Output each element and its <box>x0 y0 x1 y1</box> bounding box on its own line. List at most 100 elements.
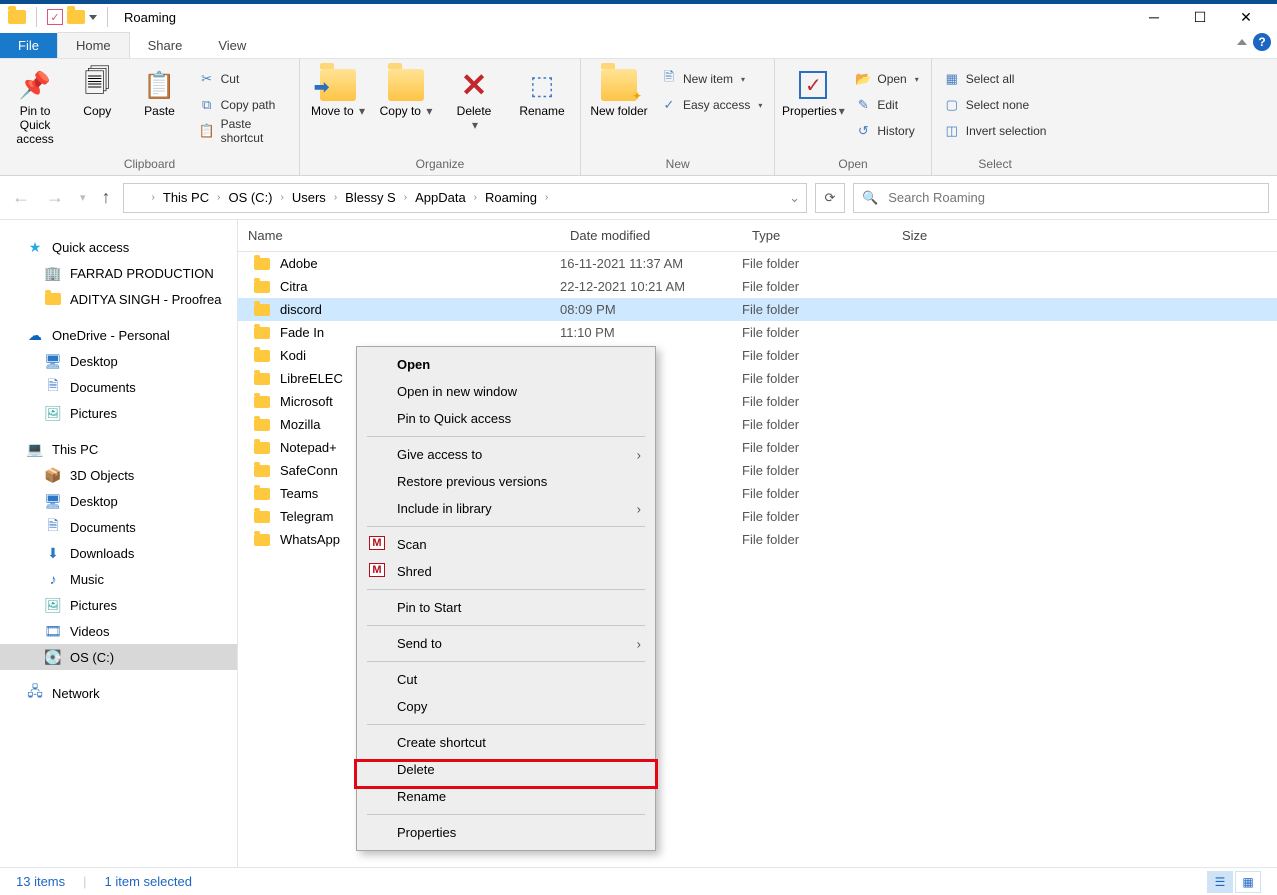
file-date: 08:09 PM <box>560 302 742 317</box>
thumbnails-view-button[interactable]: ▦ <box>1235 871 1261 893</box>
qa-folder-icon[interactable] <box>67 10 85 24</box>
qa-dropdown-icon[interactable] <box>89 15 97 20</box>
ctx-give-access[interactable]: Give access to› <box>359 441 653 468</box>
delete-icon: ✕ <box>456 67 492 103</box>
file-row[interactable]: Citra22-12-2021 10:21 AMFile folder <box>238 275 1277 298</box>
crumb-user[interactable]: Blessy S <box>341 190 400 205</box>
address-folder-icon <box>130 191 148 205</box>
col-size[interactable]: Size <box>892 220 1002 251</box>
col-name[interactable]: Name <box>238 220 560 251</box>
delete-button[interactable]: ✕ Delete▾ <box>444 63 504 133</box>
select-all-button[interactable]: ▦Select all <box>940 67 1051 91</box>
ctx-pin-quick-access[interactable]: Pin to Quick access <box>359 405 653 432</box>
back-button[interactable]: ← <box>8 183 34 212</box>
search-input[interactable] <box>886 189 1260 206</box>
sidebar-3d[interactable]: 📦3D Objects <box>0 462 237 488</box>
properties-button[interactable]: ✓ Properties▾ <box>783 63 843 119</box>
maximize-button[interactable]: ☐ <box>1177 2 1223 32</box>
search-icon: 🔍 <box>862 190 878 206</box>
sidebar-os-c[interactable]: 💽OS (C:) <box>0 644 237 670</box>
ctx-properties[interactable]: Properties <box>359 819 653 846</box>
sidebar-farrad[interactable]: 🏢FARRAD PRODUCTION <box>0 260 237 286</box>
ctx-include-library[interactable]: Include in library› <box>359 495 653 522</box>
sidebar-this-pc[interactable]: 💻This PC <box>0 436 237 462</box>
recent-locations-button[interactable]: ▾ <box>76 187 90 208</box>
easy-access-button[interactable]: ✓Easy access▾ <box>657 93 766 117</box>
ctx-pin-start[interactable]: Pin to Start <box>359 594 653 621</box>
sidebar-od-documents[interactable]: 🗎Documents <box>0 374 237 400</box>
sidebar-network[interactable]: 🖧Network <box>0 680 237 706</box>
up-button[interactable]: ↑ <box>98 183 115 212</box>
help-button[interactable]: ? <box>1253 33 1271 51</box>
col-date[interactable]: Date modified <box>560 220 742 251</box>
copy-to-button[interactable]: Copy to ▾ <box>376 63 436 119</box>
file-row[interactable]: discord08:09 PMFile folder <box>238 298 1277 321</box>
crumb-appdata[interactable]: AppData <box>411 190 470 205</box>
history-button[interactable]: ↺History <box>851 119 922 143</box>
ctx-cut[interactable]: Cut <box>359 666 653 693</box>
address-bar[interactable]: › This PC› OS (C:)› Users› Blessy S› App… <box>123 183 807 213</box>
view-tab[interactable]: View <box>200 33 264 58</box>
file-tab[interactable]: File <box>0 33 57 58</box>
cut-button[interactable]: ✂Cut <box>195 67 291 91</box>
sidebar-pictures[interactable]: 🖼Pictures <box>0 592 237 618</box>
move-to-icon: ➡ <box>320 67 356 103</box>
chevron-right-icon[interactable]: › <box>150 192 157 203</box>
sidebar-documents[interactable]: 🗎Documents <box>0 514 237 540</box>
open-button[interactable]: 📂Open▾ <box>851 67 922 91</box>
crumb-os-c[interactable]: OS (C:) <box>224 190 276 205</box>
ctx-restore[interactable]: Restore previous versions <box>359 468 653 495</box>
file-row[interactable]: Adobe16-11-2021 11:37 AMFile folder <box>238 252 1277 275</box>
new-item-button[interactable]: 🖹New item▾ <box>657 67 766 91</box>
address-dropdown-icon[interactable]: ⌄ <box>789 190 800 206</box>
sidebar-music[interactable]: ♪Music <box>0 566 237 592</box>
refresh-button[interactable]: ⟳ <box>815 183 845 213</box>
crumb-roaming[interactable]: Roaming <box>481 190 541 205</box>
ctx-scan[interactable]: MScan <box>359 531 653 558</box>
sidebar-od-pictures[interactable]: 🖼Pictures <box>0 400 237 426</box>
invert-selection-button[interactable]: ◫Invert selection <box>940 119 1051 143</box>
move-to-button[interactable]: ➡ Move to ▾ <box>308 63 368 119</box>
paste-shortcut-button[interactable]: 📋Paste shortcut <box>195 119 291 143</box>
ctx-open-new-window[interactable]: Open in new window <box>359 378 653 405</box>
minimize-button[interactable]: ─ <box>1131 2 1177 32</box>
new-folder-button[interactable]: ✦ New folder <box>589 63 649 119</box>
ctx-create-shortcut[interactable]: Create shortcut <box>359 729 653 756</box>
share-tab[interactable]: Share <box>130 33 201 58</box>
close-button[interactable]: ✕ <box>1223 2 1269 32</box>
file-name: Teams <box>280 486 318 501</box>
copy-button[interactable]: 🗐 Copy <box>70 63 124 119</box>
details-view-button[interactable]: ☰ <box>1207 871 1233 893</box>
select-none-button[interactable]: ▢Select none <box>940 93 1051 117</box>
qa-properties-icon[interactable]: ✓ <box>47 9 63 25</box>
ctx-send-to[interactable]: Send to› <box>359 630 653 657</box>
crumb-this-pc[interactable]: This PC <box>159 190 213 205</box>
edit-button[interactable]: ✎Edit <box>851 93 922 117</box>
ctx-copy[interactable]: Copy <box>359 693 653 720</box>
collapse-ribbon-icon[interactable] <box>1237 39 1247 45</box>
sidebar-onedrive[interactable]: ☁OneDrive - Personal <box>0 322 237 348</box>
ctx-open[interactable]: Open <box>359 351 653 378</box>
sidebar-desktop[interactable]: 🖥Desktop <box>0 488 237 514</box>
col-type[interactable]: Type <box>742 220 892 251</box>
sidebar-videos[interactable]: 🎞Videos <box>0 618 237 644</box>
search-box[interactable]: 🔍 <box>853 183 1269 213</box>
sidebar-quick-access[interactable]: ★Quick access <box>0 234 237 260</box>
copy-path-button[interactable]: ⧉Copy path <box>195 93 291 117</box>
file-row[interactable]: Fade In11:10 PMFile folder <box>238 321 1277 344</box>
forward-button[interactable]: → <box>42 183 68 212</box>
sidebar-aditya[interactable]: ADITYA SINGH - Proofrea <box>0 286 237 312</box>
ctx-shred[interactable]: MShred <box>359 558 653 585</box>
paste-button[interactable]: 📋 Paste <box>132 63 186 119</box>
copy-icon: 🗐 <box>79 67 115 103</box>
rename-button[interactable]: ⬚ Rename <box>512 63 572 119</box>
sidebar-od-desktop[interactable]: 🖥Desktop <box>0 348 237 374</box>
home-tab[interactable]: Home <box>57 32 130 58</box>
crumb-users[interactable]: Users <box>288 190 330 205</box>
file-name: Fade In <box>280 325 324 340</box>
select-group: ▦Select all ▢Select none ◫Invert selecti… <box>932 59 1059 175</box>
pin-quick-access-button[interactable]: 📌 Pin to Quick access <box>8 63 62 146</box>
folder-icon <box>254 442 270 454</box>
sidebar-downloads[interactable]: ⬇Downloads <box>0 540 237 566</box>
documents-icon: 🗎 <box>44 519 62 535</box>
